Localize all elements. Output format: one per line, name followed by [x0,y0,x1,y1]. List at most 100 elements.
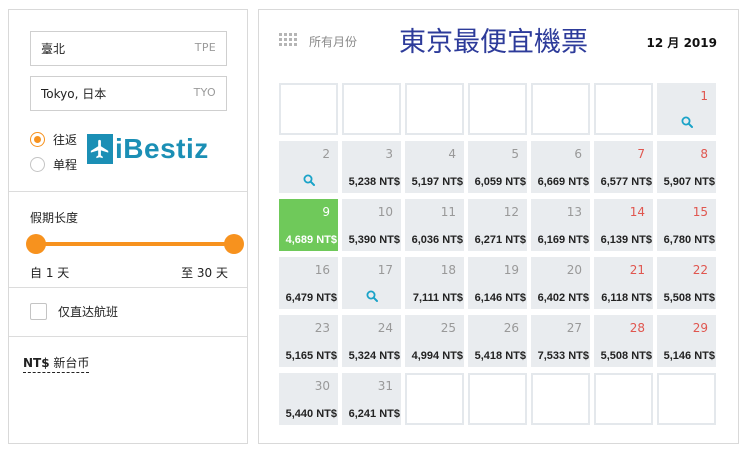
day-price: 6,402 NT$ [537,292,589,304]
calendar-day-6[interactable]: 6 6,669 NT$ [531,141,590,193]
calendar-day-7[interactable]: 7 6,577 NT$ [594,141,653,193]
calendar-day-12[interactable]: 12 6,271 NT$ [468,199,527,251]
one-way-radio[interactable] [30,156,45,172]
day-number: 1 [700,89,708,103]
calendar-day-1[interactable]: 1 [657,83,716,135]
all-months-link[interactable]: 所有月份 [309,33,357,50]
search-filter-panel: TPE TYO 往返 单程 iBestiz 假期长度 自 1 天 至 30 天 … [8,9,248,444]
day-price: 5,440 NT$ [285,408,337,420]
calendar-day-14[interactable]: 14 6,139 NT$ [594,199,653,251]
round-trip-option[interactable]: 往返 [30,130,77,148]
day-price: 6,059 NT$ [474,176,526,188]
day-number: 29 [692,321,708,335]
calendar-day-27[interactable]: 27 7,533 NT$ [531,315,590,367]
calendar-day-13[interactable]: 13 6,169 NT$ [531,199,590,251]
calendar-empty-cell [531,373,590,425]
calendar-empty-cell [405,373,464,425]
divider [9,336,247,337]
day-number: 10 [377,205,393,219]
origin-input[interactable] [31,32,181,65]
calendar-day-21[interactable]: 21 6,118 NT$ [594,257,653,309]
day-price: 7,533 NT$ [537,350,589,362]
month-label: 12 月 2019 [646,36,717,50]
one-way-option[interactable]: 单程 [30,155,77,173]
day-price: 6,669 NT$ [537,176,589,188]
origin-field[interactable]: TPE [30,31,227,66]
day-price: 6,036 NT$ [411,234,463,246]
day-price: 6,271 NT$ [474,234,526,246]
direct-flights-checkbox[interactable] [30,303,47,320]
calendar-day-31[interactable]: 31 6,241 NT$ [342,373,401,425]
day-number: 22 [692,263,708,277]
calendar-title: 東京最便宜機票 [399,27,588,58]
direct-flights-filter[interactable]: 仅直达航班 [30,303,118,320]
day-number: 2 [322,147,330,161]
divider [9,287,247,288]
calendar-day-8[interactable]: 8 5,907 NT$ [657,141,716,193]
duration-min-handle[interactable] [26,234,46,254]
logo-text: iBestiz [115,133,209,164]
search-icon[interactable] [681,113,693,132]
currency-code: NT$ [23,356,50,370]
calendar-day-9[interactable]: 9 4,689 NT$ [279,199,338,251]
calendar-day-16[interactable]: 16 6,479 NT$ [279,257,338,309]
origin-code: TPE [194,41,216,54]
search-icon[interactable] [366,287,378,306]
calendar-day-25[interactable]: 25 4,994 NT$ [405,315,464,367]
day-price: 5,146 NT$ [663,350,715,362]
day-price: 6,169 NT$ [537,234,589,246]
search-icon[interactable] [303,171,315,190]
day-number: 15 [692,205,708,219]
day-number: 3 [385,147,393,161]
calendar-day-26[interactable]: 26 5,418 NT$ [468,315,527,367]
day-number: 26 [503,321,519,335]
currency-name: 新台币 [53,356,90,370]
calendar-day-10[interactable]: 10 5,390 NT$ [342,199,401,251]
one-way-label: 单程 [53,157,78,172]
calendar-day-17[interactable]: 17 [342,257,401,309]
day-price: 4,994 NT$ [411,350,463,362]
calendar-day-19[interactable]: 19 6,146 NT$ [468,257,527,309]
calendar-empty-cell [342,83,401,135]
day-price: 5,324 NT$ [348,350,400,362]
grid-icon[interactable] [279,32,297,51]
day-number: 5 [511,147,519,161]
day-number: 27 [566,321,582,335]
calendar-day-18[interactable]: 18 7,111 NT$ [405,257,464,309]
calendar-day-30[interactable]: 30 5,440 NT$ [279,373,338,425]
duration-max-handle[interactable] [224,234,244,254]
day-number: 13 [566,205,582,219]
destination-input[interactable] [31,77,181,110]
day-price: 5,238 NT$ [348,176,400,188]
day-number: 17 [377,263,393,277]
day-number: 11 [440,205,456,219]
calendar-day-29[interactable]: 29 5,146 NT$ [657,315,716,367]
calendar-day-24[interactable]: 24 5,324 NT$ [342,315,401,367]
calendar-empty-cell [279,83,338,135]
day-number: 14 [629,205,645,219]
calendar-day-20[interactable]: 20 6,402 NT$ [531,257,590,309]
day-price: 6,479 NT$ [285,292,337,304]
calendar-day-15[interactable]: 15 6,780 NT$ [657,199,716,251]
duration-min-label: 自 1 天 [30,266,70,280]
day-price: 5,907 NT$ [663,176,715,188]
day-number: 6 [574,147,582,161]
duration-slider-track[interactable] [36,242,234,246]
calendar-empty-cell [468,373,527,425]
destination-field[interactable]: TYO [30,76,227,111]
round-trip-label: 往返 [53,132,78,147]
calendar-day-23[interactable]: 23 5,165 NT$ [279,315,338,367]
day-price: 5,197 NT$ [411,176,463,188]
calendar-day-4[interactable]: 4 5,197 NT$ [405,141,464,193]
calendar-day-3[interactable]: 3 5,238 NT$ [342,141,401,193]
calendar-day-2[interactable]: 2 [279,141,338,193]
currency-selector[interactable]: NT$ 新台币 [23,354,90,373]
day-number: 7 [637,147,645,161]
calendar-day-11[interactable]: 11 6,036 NT$ [405,199,464,251]
calendar-day-22[interactable]: 22 5,508 NT$ [657,257,716,309]
day-price: 6,241 NT$ [348,408,400,420]
calendar-day-5[interactable]: 5 6,059 NT$ [468,141,527,193]
day-price: 6,577 NT$ [600,176,652,188]
calendar-day-28[interactable]: 28 5,508 NT$ [594,315,653,367]
round-trip-radio[interactable] [30,131,45,147]
